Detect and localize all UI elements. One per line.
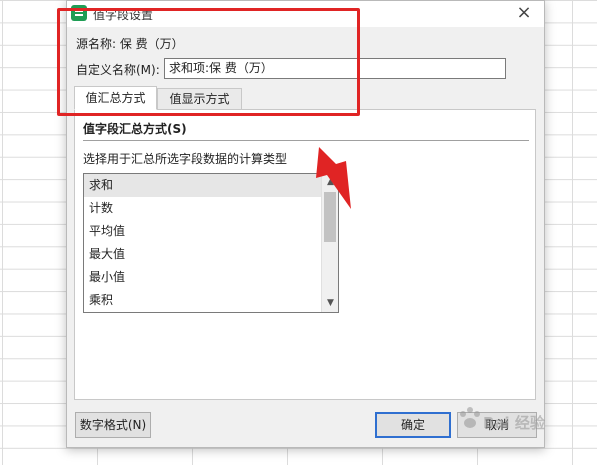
list-item-count[interactable]: 计数 [84, 197, 338, 220]
list-item-average[interactable]: 平均值 [84, 220, 338, 243]
dialog-title: 值字段设置 [93, 8, 154, 22]
panel-heading: 值字段汇总方式(S) [83, 122, 187, 136]
summary-function-list[interactable]: 求和 计数 平均值 最大值 最小值 乘积 ▲ ▼ [83, 173, 339, 313]
scroll-down-icon[interactable]: ▼ [322, 295, 338, 312]
tab-summarize-values-by[interactable]: 值汇总方式 [74, 86, 157, 110]
heading-divider [83, 140, 529, 141]
list-item-product[interactable]: 乘积 [84, 289, 338, 312]
cancel-button[interactable]: 取消 [457, 412, 537, 438]
list-item-max[interactable]: 最大值 [84, 243, 338, 266]
list-scrollbar[interactable]: ▲ ▼ [321, 174, 338, 312]
tab-show-values-as[interactable]: 值显示方式 [157, 88, 242, 110]
source-name-label: 源名称: 保 费（万） [76, 37, 184, 51]
custom-name-label: 自定义名称(M): [76, 63, 160, 77]
list-item-min[interactable]: 最小值 [84, 266, 338, 289]
scroll-thumb[interactable] [324, 192, 336, 242]
close-icon[interactable]: × [514, 3, 534, 23]
ok-button[interactable]: 确定 [375, 412, 451, 438]
custom-name-row: 自定义名称(M): 求和项:保 费（万） [76, 58, 506, 80]
list-item-sum[interactable]: 求和 [84, 174, 338, 197]
custom-name-input[interactable]: 求和项:保 费（万） [164, 58, 506, 79]
scroll-up-icon[interactable]: ▲ [322, 174, 338, 191]
panel-description: 选择用于汇总所选字段数据的计算类型 [83, 152, 288, 166]
dialog-titlebar: 值字段设置 × [67, 1, 544, 27]
spreadsheet-app-icon [71, 5, 87, 21]
summary-panel: 值字段汇总方式(S) 选择用于汇总所选字段数据的计算类型 求和 计数 平均值 最… [74, 109, 536, 400]
value-field-settings-dialog: 值字段设置 × 源名称: 保 费（万） 自定义名称(M): 求和项:保 费（万）… [66, 0, 545, 448]
number-format-button[interactable]: 数字格式(N) [75, 412, 151, 438]
